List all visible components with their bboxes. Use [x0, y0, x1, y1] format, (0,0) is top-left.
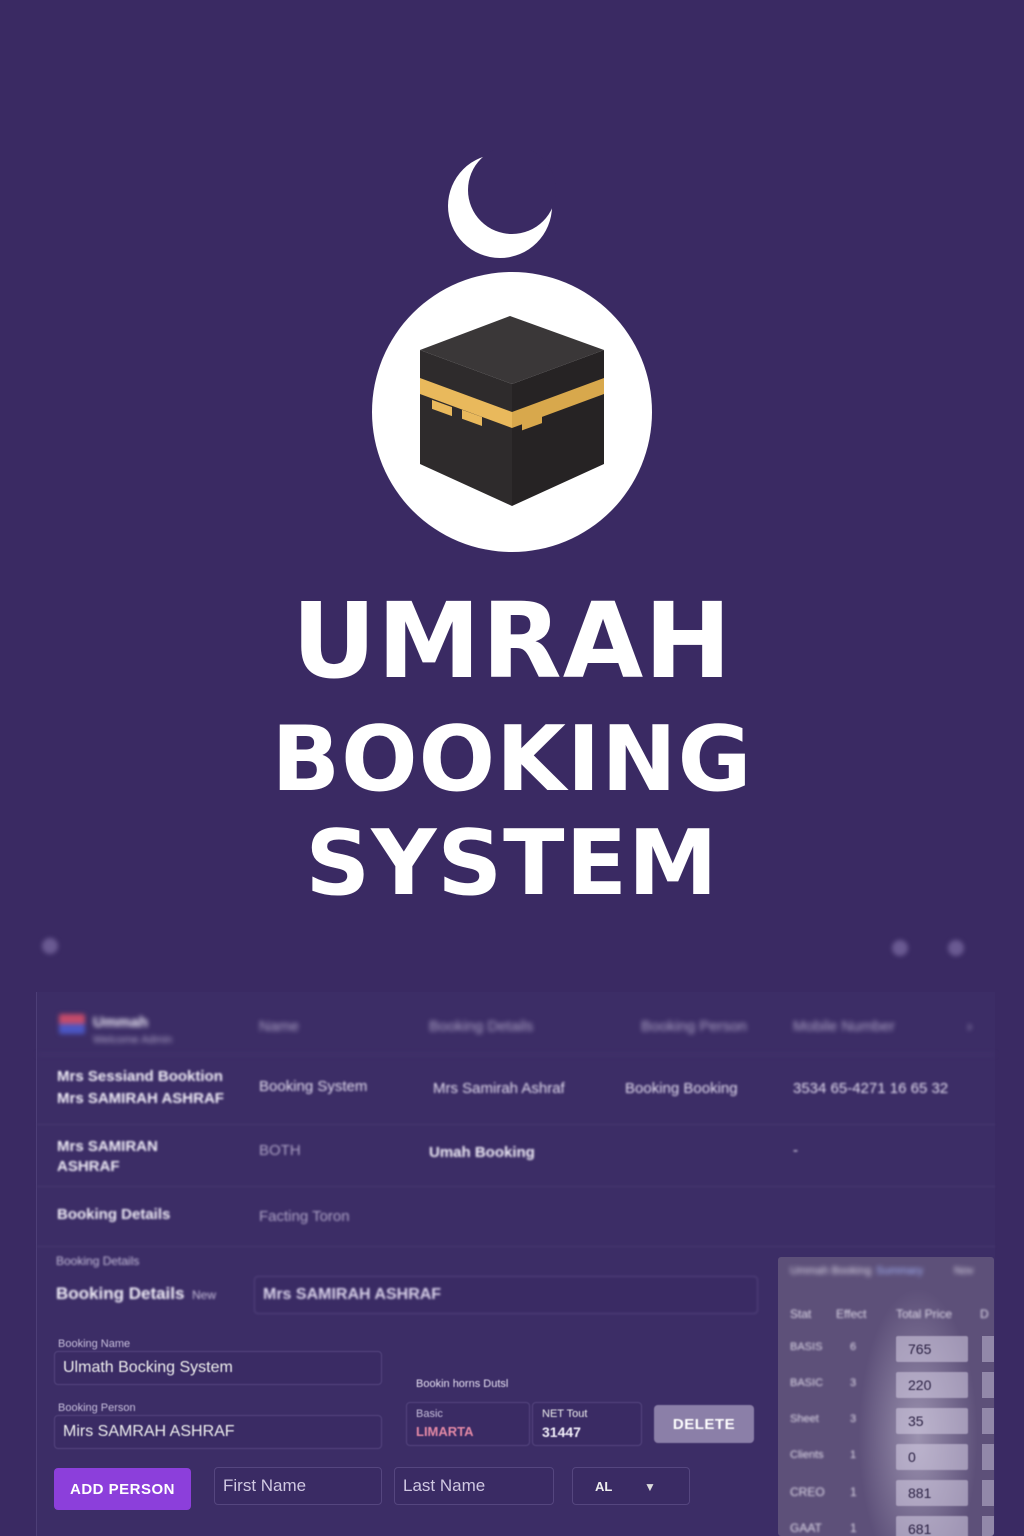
sheet-row[interactable]: CREO 1 881 [778, 1475, 994, 1511]
sheet-col-d: D [980, 1307, 989, 1321]
row3-col1: Booking Details [57, 1206, 171, 1223]
sheet-row-value[interactable]: 220 [896, 1372, 968, 1398]
basic-value: LIMARTA [416, 1424, 474, 1439]
sheet-row-qty: 3 [850, 1377, 857, 1389]
summary-sheet: Ummah Booking Summary Nov Stat Effect To… [778, 1257, 994, 1536]
notification-icon[interactable] [892, 940, 908, 956]
row2-col3: Umah Booking [429, 1144, 535, 1161]
first-name-input[interactable]: First Name [214, 1467, 382, 1505]
row1-name-line1: Mrs Sessiand Booktion [57, 1068, 223, 1085]
row3-col2: Facting Toron [259, 1208, 350, 1225]
hero-section: UMRAH BOOKING SYSTEM [0, 0, 1024, 930]
header-col1-sub: Welcome Admin [93, 1034, 173, 1046]
sheet-col-total: Total Price [896, 1307, 953, 1321]
sheet-row-qty: 1 [850, 1449, 857, 1461]
sheet-header-3: Nov [954, 1265, 974, 1277]
row1-col5: 3534 65-4271 16 65 32 [793, 1080, 949, 1097]
menu-icon[interactable] [42, 938, 58, 954]
table-row[interactable]: Mrs Sessiand Booktion Mrs SAMIRAH ASHRAF… [37, 1054, 995, 1125]
sheet-header-2: Summary [876, 1265, 924, 1277]
sheet-row-qty: 1 [850, 1485, 857, 1499]
row2-name-line1: Mrs SAMIRAN [57, 1138, 158, 1155]
sheet-row-qty: 3 [850, 1413, 857, 1425]
sheet-row-value[interactable]: 881 [896, 1480, 968, 1506]
last-name-input[interactable]: Last Name [394, 1467, 554, 1505]
header-col3: Booking Details [429, 1018, 534, 1035]
table-row[interactable]: Booking Details Facting Toron [37, 1186, 995, 1247]
details-hint: New [192, 1288, 217, 1302]
header-col2: Name [259, 1018, 300, 1035]
user-avatar-icon[interactable] [948, 940, 964, 956]
sheet-col-effect: Effect [836, 1307, 867, 1321]
chevron-right-icon[interactable]: › [967, 1018, 972, 1035]
section-label: Booking Details [56, 1254, 140, 1268]
table-row[interactable]: Mrs SAMIRAN ASHRAF BOTH Umah Booking - [37, 1124, 995, 1187]
header-col5: Mobile Number [793, 1018, 895, 1035]
sheet-row-code: Clients [790, 1449, 824, 1461]
basic-label: Basic [416, 1408, 443, 1420]
net-total-label: NET Tout [542, 1408, 588, 1420]
row2-col5: - [793, 1142, 798, 1159]
sheet-header-1: Ummah Booking [790, 1265, 872, 1277]
row2-name-line2: ASHRAF [57, 1158, 120, 1175]
sheet-row[interactable]: BASIS 6 765 [778, 1331, 994, 1367]
row2-col2: BOTH [259, 1142, 301, 1159]
sheet-row-value[interactable]: 0 [896, 1444, 968, 1470]
flag-icon [59, 1014, 85, 1034]
details-label: Booking Details [56, 1284, 185, 1303]
sheet-row-value[interactable]: 35 [896, 1408, 968, 1434]
title-select[interactable]: AL [572, 1467, 690, 1505]
title-select-value: AL [595, 1478, 613, 1494]
booking-person-input[interactable]: Mirs SAMRAH ASHRAF [54, 1415, 382, 1449]
hero-title-umrah: UMRAH [291, 580, 733, 702]
sheet-row-qty: 6 [850, 1341, 857, 1353]
net-total-value: 31447 [542, 1424, 581, 1440]
header-col4: Booking Person [641, 1018, 747, 1035]
sheet-row-code: CREO [790, 1485, 825, 1499]
hero-title-system: SYSTEM [305, 811, 719, 916]
hero-title-booking: BOOKING [271, 707, 753, 812]
booking-details-input[interactable]: Mrs SAMIRAH ASHRAF [254, 1276, 758, 1314]
row1-col3: Mrs Samirah Ashraf [433, 1080, 565, 1097]
sheet-row[interactable]: Sheet 3 35 [778, 1403, 994, 1439]
sheet-row-qty: 1 [850, 1521, 857, 1535]
sheet-col-stat: Stat [790, 1307, 812, 1321]
sheet-row-code: BASIC [790, 1377, 824, 1389]
sheet-row-code: Sheet [790, 1413, 819, 1425]
sheet-row[interactable]: GAAT 1 681 [778, 1511, 994, 1536]
row1-name-line2: Mrs SAMIRAH ASHRAF [57, 1090, 224, 1107]
items-label: Bookin horns Dutsl [416, 1378, 509, 1390]
table-header-row: Ummah Welcome Admin Name Booking Details… [37, 992, 995, 1055]
booking-app-preview: Ummah Welcome Admin Name Booking Details… [0, 930, 1024, 1536]
sheet-row-code: GAAT [790, 1521, 822, 1535]
sheet-row[interactable]: Clients 1 0 [778, 1439, 994, 1475]
add-person-button[interactable]: ADD PERSON [54, 1468, 191, 1510]
booking-name-input[interactable]: Ulmath Bocking System [54, 1351, 382, 1385]
chevron-down-icon[interactable]: ▼ [644, 1480, 656, 1494]
sheet-row-code: BASIS [790, 1341, 823, 1353]
kaaba-crescent-icon [372, 150, 652, 552]
delete-button[interactable]: DELETE [654, 1405, 754, 1443]
booking-name-label: Booking Name [58, 1338, 131, 1350]
sheet-row-value[interactable]: 765 [896, 1336, 968, 1362]
sheet-row-value[interactable]: 681 [896, 1516, 968, 1536]
row1-col4: Booking Booking [625, 1080, 738, 1097]
booking-person-label: Booking Person [58, 1402, 136, 1414]
row1-col2: Booking System [259, 1078, 368, 1095]
header-col1-title: Ummah [93, 1014, 149, 1031]
sheet-row[interactable]: BASIC 3 220 [778, 1367, 994, 1403]
